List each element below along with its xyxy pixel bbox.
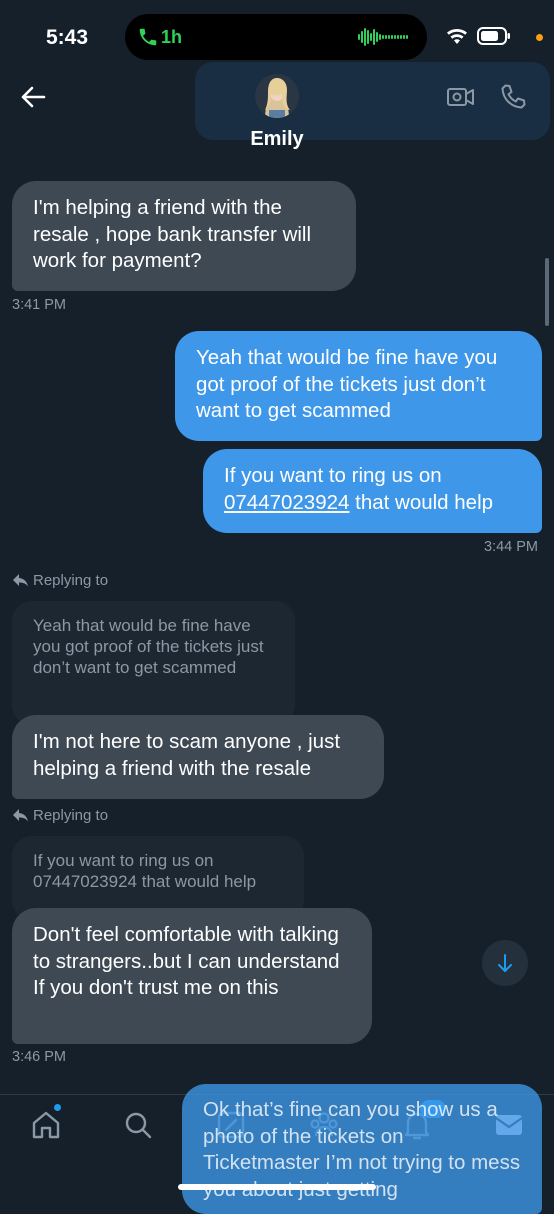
incoming-message-bubble[interactable]: I'm helping a friend with the resale , h… bbox=[12, 181, 356, 291]
home-unread-dot bbox=[54, 1104, 61, 1111]
incoming-message-bubble[interactable]: I'm not here to scam anyone , just helpi… bbox=[12, 715, 384, 799]
outgoing-message-bubble[interactable]: If you want to ring us on 07447023924 th… bbox=[203, 449, 542, 533]
replying-to-label: Replying to bbox=[12, 572, 108, 589]
avatar[interactable] bbox=[255, 74, 299, 118]
reply-arrow-icon bbox=[13, 809, 28, 822]
message-text: Yeah that would be fine have you got pro… bbox=[196, 346, 498, 422]
message-timestamp: 3:46 PM bbox=[12, 1049, 66, 1065]
search-icon[interactable] bbox=[121, 1108, 155, 1142]
reply-arrow-icon bbox=[13, 574, 28, 587]
replying-to-label: Replying to bbox=[12, 807, 108, 824]
scrollbar[interactable] bbox=[545, 258, 549, 326]
dynamic-island[interactable]: 1h bbox=[125, 14, 427, 60]
message-timestamp: 3:44 PM bbox=[484, 539, 538, 555]
phone-number-link[interactable]: 07447023924 bbox=[224, 491, 349, 514]
quoted-text: Yeah that would be fine have you got pro… bbox=[33, 616, 264, 677]
arrow-down-icon bbox=[498, 954, 512, 972]
video-call-icon[interactable] bbox=[446, 84, 476, 110]
contact-name: Emily bbox=[250, 128, 304, 150]
incoming-message-bubble[interactable]: Don't feel comfortable with talking to s… bbox=[12, 908, 372, 1044]
avatar-image bbox=[255, 74, 299, 118]
home-icon[interactable] bbox=[29, 1108, 63, 1142]
phone-icon[interactable] bbox=[498, 82, 528, 112]
back-arrow-icon[interactable] bbox=[20, 85, 46, 109]
message-text: Don't feel comfortable with talking to s… bbox=[33, 923, 340, 999]
message-timestamp: 3:41 PM bbox=[12, 297, 66, 313]
message-text: If you want to ring us on bbox=[224, 464, 442, 487]
quoted-message[interactable]: Yeah that would be fine have you got pro… bbox=[12, 601, 295, 725]
phone-call-icon bbox=[139, 28, 157, 46]
home-indicator[interactable] bbox=[178, 1184, 376, 1190]
scroll-to-bottom-button[interactable] bbox=[482, 940, 528, 986]
mic-indicator-dot bbox=[536, 34, 543, 41]
draft-message-preview[interactable]: Ok that’s fine can you show us a photo o… bbox=[182, 1084, 542, 1214]
wifi-icon bbox=[447, 28, 467, 44]
message-text: I'm helping a friend with the resale , h… bbox=[33, 196, 312, 272]
status-time: 5:43 bbox=[46, 26, 89, 49]
call-duration: 1h bbox=[161, 27, 183, 47]
quoted-text: If you want to ring us on 07447023924 th… bbox=[33, 851, 257, 891]
message-text: I'm not here to scam anyone , just helpi… bbox=[33, 730, 341, 780]
audio-waveform-icon bbox=[358, 28, 408, 46]
battery-icon bbox=[477, 27, 510, 45]
message-text: that would help bbox=[355, 490, 494, 514]
outgoing-message-bubble[interactable]: Yeah that would be fine have you got pro… bbox=[175, 331, 542, 441]
